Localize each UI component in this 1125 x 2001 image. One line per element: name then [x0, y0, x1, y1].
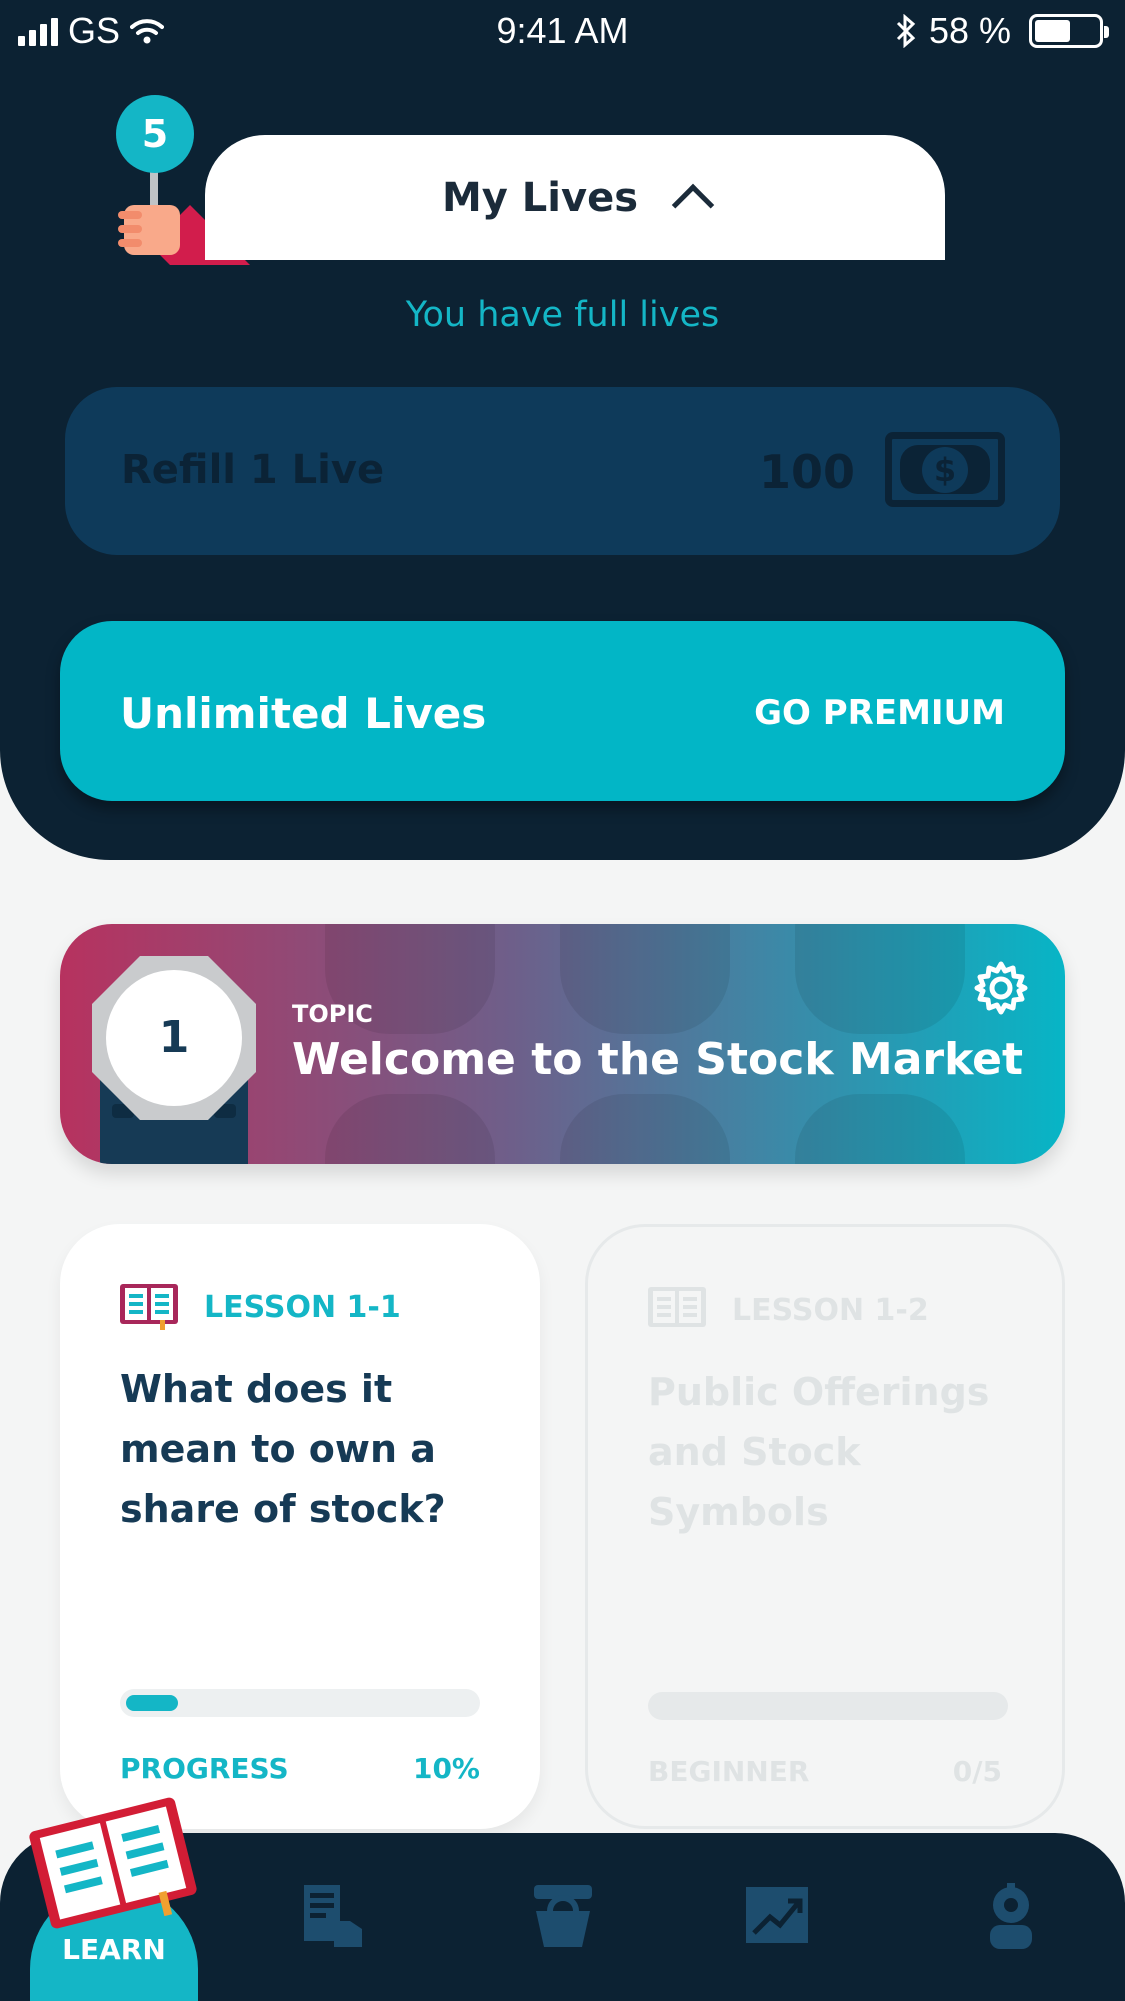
lesson-progress-bar — [120, 1689, 480, 1717]
lesson-title: Public Offerings and Stock Symbols — [648, 1370, 990, 1534]
lesson-number: LESSON 1-2 — [732, 1292, 929, 1328]
topic-banner[interactable]: 1 TOPIC Welcome to the Stock Market — [60, 924, 1065, 1164]
premium-label: Unlimited Lives — [120, 689, 487, 738]
bottom-nav: LEARN — [0, 1797, 1125, 2001]
topic-medal-icon: 1 — [92, 956, 256, 1164]
lesson-footer-value: 0/5 — [952, 1755, 1002, 1788]
lesson-footer-label: BEGINNER — [648, 1755, 810, 1788]
open-book-icon — [120, 1284, 178, 1330]
my-lives-toggle[interactable]: My Lives — [205, 135, 945, 260]
topic-eyebrow: TOPIC — [292, 1000, 373, 1028]
battery-icon — [1029, 14, 1109, 48]
learn-book-icon — [29, 1797, 197, 1929]
nav-learn-label: LEARN — [62, 1933, 166, 1966]
go-premium-button[interactable]: Unlimited Lives GO PREMIUM — [60, 621, 1065, 801]
premium-cta: GO PREMIUM — [754, 693, 1005, 733]
lesson-title: What does it mean to own a share of stoc… — [120, 1367, 446, 1531]
ghost-medal-decor — [560, 924, 730, 1034]
lesson-number: LESSON 1-1 — [204, 1289, 401, 1325]
dollar-bill-icon: $ — [885, 432, 1005, 507]
lesson-header: LESSON 1-1 — [120, 1284, 401, 1330]
shop-icon[interactable] — [528, 1881, 598, 1951]
ghost-medal-decor — [795, 924, 965, 1034]
open-book-icon — [648, 1287, 706, 1327]
settings-gear-icon[interactable] — [973, 960, 1029, 1016]
topic-title: Welcome to the Stock Market — [292, 1034, 1024, 1085]
ghost-medal-decor — [560, 1094, 730, 1164]
lives-count-badge: 5 — [116, 95, 194, 173]
status-bar: GS 9:41 AM 58 % — [0, 0, 1125, 60]
bluetooth-icon — [896, 14, 916, 48]
battery-percent: 58 % — [928, 10, 1011, 51]
my-lives-title: My Lives — [441, 174, 638, 221]
lesson-card-1-2[interactable]: LESSON 1-2 Public Offerings and Stock Sy… — [585, 1224, 1065, 1829]
chevron-up-icon — [671, 183, 715, 226]
lives-panel: 5 My Lives You have full lives Refill 1 … — [0, 60, 1125, 860]
ghost-medal-decor — [325, 1094, 495, 1164]
refill-price: 100 — [758, 445, 855, 499]
lesson-progress-fill — [126, 1695, 179, 1711]
settings-gear-icon[interactable] — [976, 1881, 1046, 1951]
practice-icon[interactable] — [300, 1881, 370, 1951]
lives-status: You have full lives — [405, 295, 720, 335]
topic-number: 1 — [159, 1012, 190, 1063]
status-right: 58 % — [895, 10, 1109, 52]
refill-life-button[interactable]: Refill 1 Live 100 $ — [65, 387, 1060, 555]
lesson-progress-bar — [648, 1692, 1008, 1720]
lesson-footer-label: PROGRESS — [120, 1752, 289, 1785]
ghost-medal-decor — [795, 1094, 965, 1164]
battery-fill — [1035, 20, 1071, 42]
portfolio-chart-icon[interactable] — [742, 1881, 812, 1951]
refill-label: Refill 1 Live — [121, 447, 385, 493]
lesson-header: LESSON 1-2 — [648, 1287, 929, 1333]
lesson-card-1-1[interactable]: LESSON 1-1 What does it mean to own a sh… — [60, 1224, 540, 1829]
lesson-footer-value: 10% — [412, 1752, 480, 1785]
